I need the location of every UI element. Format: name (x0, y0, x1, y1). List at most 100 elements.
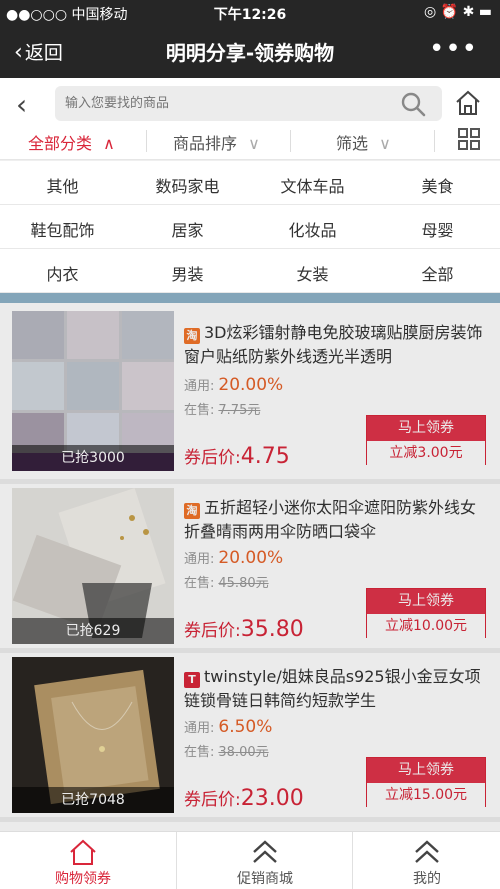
tab-promo-mall[interactable]: 促销商城 (182, 832, 348, 889)
commission-rate: 通用: 6.50% (184, 717, 272, 737)
rate-label: 通用: (184, 379, 215, 394)
filter-sort[interactable]: 商品排序 ∨ (173, 130, 260, 154)
tmall-icon: T (184, 672, 200, 688)
double-chevron-up-icon (412, 838, 442, 870)
price-value: 4.75 (240, 444, 290, 469)
tab-shopping-coupons[interactable]: 购物领券 (0, 832, 166, 889)
original-price: 在售: 45.80元 (184, 572, 269, 591)
coupon-price: 券后价:23.00 (184, 785, 304, 811)
get-coupon-button[interactable]: 马上领券 立减3.00元 (366, 415, 486, 465)
discount-label: 立减10.00元 (367, 614, 485, 638)
tab-label: 我的 (413, 871, 441, 887)
tab-mine[interactable]: 我的 (344, 832, 500, 889)
product-title[interactable]: Ttwinstyle/姐妹良品s925银小金豆女项链锁骨链日韩简约短款学生 (184, 665, 484, 713)
list-item[interactable]: 已抢3000 淘 3D炫彩镭射静电免胶玻璃贴膜厨房装饰窗户贴纸防紫外线透光半透明 … (0, 303, 500, 479)
product-title[interactable]: 淘五折超轻小迷你太阳伞遮阳防紫外线女折叠晴雨两用伞防晒口袋伞 (184, 496, 484, 544)
grid-view-icon[interactable] (457, 127, 481, 155)
category-item[interactable]: 母婴 (375, 217, 500, 241)
filter-label: 商品排序 (173, 134, 238, 153)
get-coupon-button[interactable]: 马上领券 立减10.00元 (366, 588, 486, 638)
original-price: 在售: 38.00元 (184, 741, 269, 760)
rate-value: 20.00% (218, 548, 284, 568)
product-title-text: 五折超轻小迷你太阳伞遮阳防紫外线女折叠晴雨两用伞防晒口袋伞 (184, 498, 477, 541)
category-item[interactable]: 鞋包配饰 (0, 217, 125, 241)
discount-label: 立减3.00元 (367, 441, 485, 465)
filter-screen[interactable]: 筛选 ∨ (336, 130, 391, 154)
search-box[interactable] (55, 86, 442, 121)
product-image[interactable]: 已抢629 (12, 488, 174, 644)
search-icon[interactable] (400, 91, 426, 121)
product-title-text: 3D炫彩镭射静电免胶玻璃贴膜厨房装饰窗户贴纸防紫外线透光半透明 (184, 323, 483, 366)
onsale-label: 在售: (184, 403, 215, 418)
divider (176, 832, 177, 889)
product-title[interactable]: 淘 3D炫彩镭射静电免胶玻璃贴膜厨房装饰窗户贴纸防紫外线透光半透明 (184, 321, 484, 369)
grabbed-count: 已抢3000 (12, 445, 174, 471)
commission-rate: 通用: 20.00% (184, 375, 283, 395)
price-value: 23.00 (240, 786, 304, 811)
product-image[interactable]: 已抢7048 (12, 657, 174, 813)
category-item[interactable]: 数码家电 (125, 173, 250, 197)
category-item[interactable]: 全部 (375, 261, 500, 285)
list-item[interactable]: 已抢7048 Ttwinstyle/姐妹良品s925银小金豆女项链锁骨链日韩简约… (0, 653, 500, 817)
category-item[interactable]: 化妆品 (250, 217, 375, 241)
product-image[interactable]: 已抢3000 (12, 311, 174, 471)
filter-label: 全部分类 (28, 134, 93, 153)
taobao-icon: 淘 (184, 328, 200, 344)
filter-label: 筛选 (336, 134, 369, 153)
onsale-value: 38.00元 (218, 745, 269, 760)
category-item[interactable]: 内衣 (0, 261, 125, 285)
category-item[interactable]: 其他 (0, 173, 125, 197)
discount-label: 立减15.00元 (367, 783, 485, 807)
get-coupon-label: 马上领券 (367, 758, 485, 783)
category-row: 其他 数码家电 文体车品 美食 (0, 161, 500, 205)
category-grid: 其他 数码家电 文体车品 美食 鞋包配饰 居家 化妆品 母婴 内衣 男装 女装 … (0, 161, 500, 293)
tab-label: 促销商城 (237, 871, 293, 887)
category-row: 内衣 男装 女装 全部 (0, 249, 500, 293)
double-chevron-up-icon (250, 838, 280, 870)
list-item[interactable]: 已抢629 淘五折超轻小迷你太阳伞遮阳防紫外线女折叠晴雨两用伞防晒口袋伞 通用:… (0, 484, 500, 648)
filter-bar: 全部分类 ∧ 商品排序 ∨ 筛选 ∨ (0, 122, 500, 160)
grabbed-count: 已抢7048 (12, 787, 174, 813)
commission-rate: 通用: 20.00% (184, 548, 283, 568)
onsale-label: 在售: (184, 576, 215, 591)
more-button[interactable]: ••• (429, 34, 478, 64)
category-item[interactable]: 文体车品 (250, 173, 375, 197)
get-coupon-button[interactable]: 马上领券 立减15.00元 (366, 757, 486, 807)
get-coupon-label: 马上领券 (367, 589, 485, 614)
home-icon (68, 838, 98, 870)
home-icon[interactable] (454, 89, 482, 121)
category-item[interactable]: 美食 (375, 173, 500, 197)
onsale-value: 7.75元 (218, 403, 261, 418)
original-price: 在售: 7.75元 (184, 399, 260, 418)
chevron-down-icon: ∨ (248, 134, 260, 153)
page-title: 明明分享-领券购物 (165, 41, 335, 65)
onsale-value: 45.80元 (218, 576, 269, 591)
chevron-down-icon: ∨ (379, 134, 391, 153)
taobao-icon: 淘 (184, 503, 200, 519)
rate-value: 20.00% (218, 375, 284, 395)
nav-bar: ‹ 返回 明明分享-领券购物 ••• (0, 26, 500, 78)
divider (434, 130, 435, 152)
rate-label: 通用: (184, 721, 215, 736)
product-title-text: twinstyle/姐妹良品s925银小金豆女项链锁骨链日韩简约短款学生 (184, 667, 481, 710)
coupon-price: 券后价:35.80 (184, 616, 304, 642)
price-label: 券后价: (184, 621, 241, 641)
category-item[interactable]: 居家 (125, 217, 250, 241)
price-value: 35.80 (240, 617, 304, 642)
search-input[interactable] (65, 92, 385, 114)
rate-label: 通用: (184, 552, 215, 567)
tab-bar: 购物领券 促销商城 我的 (0, 831, 500, 889)
price-label: 券后价: (184, 448, 241, 468)
grabbed-count: 已抢629 (12, 618, 174, 644)
category-item[interactable]: 男装 (125, 261, 250, 285)
category-item[interactable]: 女装 (250, 261, 375, 285)
divider (290, 130, 291, 152)
tab-label: 购物领券 (55, 871, 111, 887)
rate-value: 6.50% (218, 717, 273, 737)
category-row: 鞋包配饰 居家 化妆品 母婴 (0, 205, 500, 249)
price-label: 券后价: (184, 790, 241, 810)
banner-strip (0, 293, 500, 303)
filter-all-categories[interactable]: 全部分类 ∧ (28, 130, 115, 154)
get-coupon-label: 马上领券 (367, 416, 485, 441)
back-arrow-icon[interactable]: ‹ (16, 88, 27, 121)
